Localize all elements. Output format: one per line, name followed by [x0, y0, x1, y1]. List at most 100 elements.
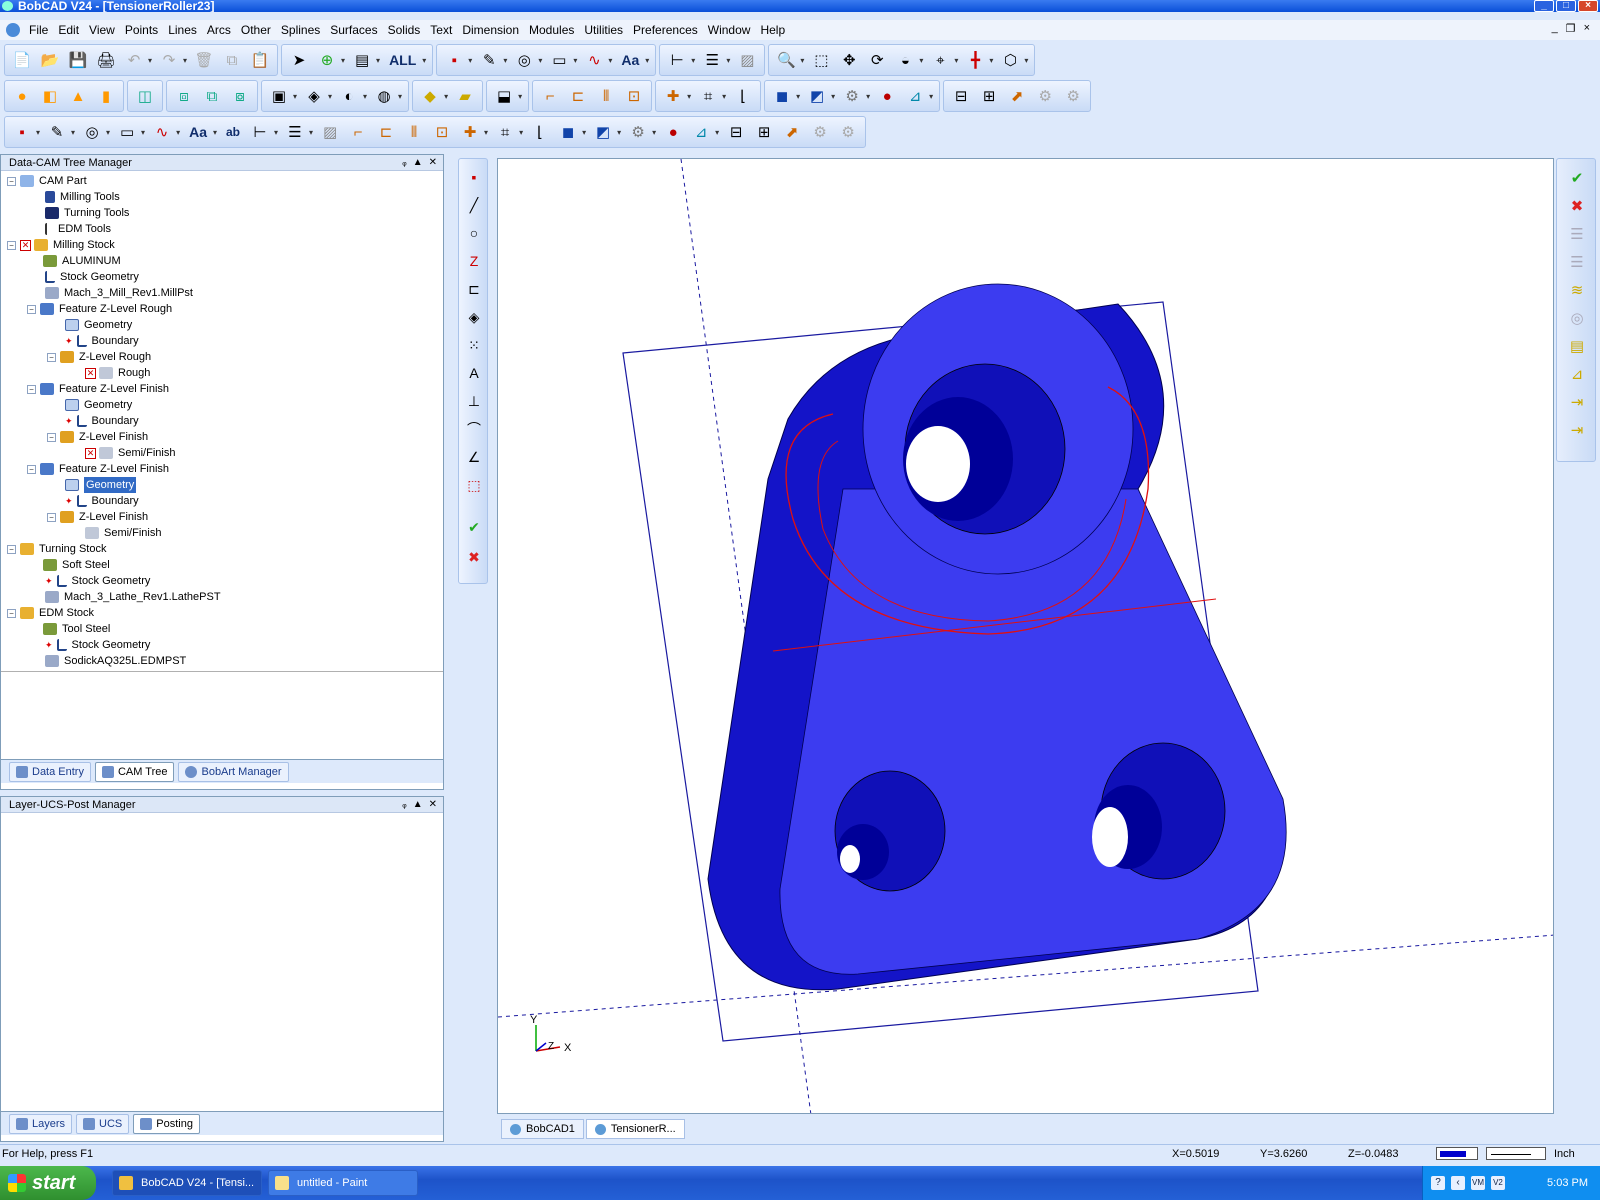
tree-node-boundary[interactable]: ✦ Boundary: [65, 333, 139, 349]
expander-icon[interactable]: −: [27, 464, 36, 474]
expander-icon[interactable]: −: [47, 352, 56, 362]
expander-icon[interactable]: −: [7, 544, 16, 554]
menu-help[interactable]: Help: [755, 20, 790, 40]
accept-check-icon[interactable]: ✔: [462, 515, 486, 539]
text-edit-button[interactable]: ab: [220, 125, 246, 139]
plane-icon[interactable]: ▰: [452, 83, 478, 109]
select-dimension-icon[interactable]: ⊥: [462, 389, 486, 413]
layer-filter-icon[interactable]: ▤: [349, 47, 375, 73]
tree-node-zlevel-finish[interactable]: − Z-Level Finish: [47, 429, 148, 445]
accept-check-icon[interactable]: ✔: [1565, 167, 1589, 189]
mdi-close-button[interactable]: ×: [1584, 22, 1590, 35]
transform-copy-icon[interactable]: ⊏: [565, 83, 591, 109]
taskbar-paint[interactable]: untitled - Paint: [268, 1170, 418, 1196]
arrow-tool-icon[interactable]: ⬈: [779, 119, 805, 145]
break-icon[interactable]: ⌗: [695, 83, 721, 109]
close-panel-icon[interactable]: ✕: [429, 155, 437, 171]
dimension-icon[interactable]: ⊢: [664, 47, 690, 73]
select-arc-icon[interactable]: ⌒: [462, 417, 486, 441]
ucs-set-icon[interactable]: ⊞: [976, 83, 1002, 109]
loft-icon[interactable]: ◍: [371, 83, 397, 109]
box-icon[interactable]: ◧: [37, 83, 63, 109]
hatch-icon[interactable]: ▨: [734, 47, 760, 73]
point-icon[interactable]: ▪: [441, 47, 467, 73]
cad-viewport[interactable]: Y X Z: [497, 158, 1554, 1114]
dimension-arrow-alt-icon[interactable]: ⇥: [1565, 419, 1589, 441]
expander-icon[interactable]: −: [27, 384, 36, 394]
expander-icon[interactable]: −: [7, 608, 16, 618]
menu-lines[interactable]: Lines: [163, 20, 202, 40]
collapse-icon[interactable]: ▲: [413, 155, 423, 171]
save-icon[interactable]: 💾: [65, 47, 91, 73]
circle-icon[interactable]: ◎: [511, 47, 537, 73]
view-cube-icon[interactable]: ⬡: [997, 47, 1023, 73]
tree-node-semi-finish[interactable]: Semi/Finish: [85, 525, 161, 541]
layer-icon[interactable]: ⊟: [723, 119, 749, 145]
tree-node-lathe-post[interactable]: Mach_3_Lathe_Rev1.LathePST: [45, 589, 221, 605]
tab-data-entry[interactable]: Data Entry: [9, 761, 91, 782]
close-panel-icon[interactable]: ✕: [429, 797, 437, 813]
select-surface-icon[interactable]: ◈: [462, 305, 486, 329]
select-line-icon[interactable]: ╱: [462, 193, 486, 217]
list-icon[interactable]: ☰: [1565, 223, 1589, 245]
spline-icon[interactable]: ∿: [149, 119, 175, 145]
menu-file[interactable]: File: [24, 20, 53, 40]
select-point-icon[interactable]: ▪: [462, 165, 486, 189]
mirror-icon[interactable]: ⫴: [401, 119, 427, 145]
select-circle-icon[interactable]: ○: [462, 221, 486, 245]
scale-icon[interactable]: ⊡: [429, 119, 455, 145]
cancel-x-icon[interactable]: ✖: [462, 545, 486, 569]
zoom-window-icon[interactable]: ⬚: [808, 47, 834, 73]
tree-node-feature-zlevel-finish[interactable]: − Feature Z-Level Finish: [27, 381, 169, 397]
list-alt-icon[interactable]: ☰: [1565, 251, 1589, 273]
collapse-icon[interactable]: ▲: [413, 797, 423, 813]
tree-node-turning-tools[interactable]: Turning Tools: [45, 205, 129, 221]
shaded-view-icon[interactable]: ◩: [804, 83, 830, 109]
tree-node-edm-tools[interactable]: EDM Tools: [45, 221, 111, 237]
dimension-arrow-icon[interactable]: ⇥: [1565, 391, 1589, 413]
dimension-icon[interactable]: ⊢: [247, 119, 273, 145]
menu-text[interactable]: Text: [425, 20, 457, 40]
undo-icon[interactable]: ↶: [121, 47, 147, 73]
transform-copy-icon[interactable]: ⊏: [373, 119, 399, 145]
menu-surfaces[interactable]: Surfaces: [325, 20, 382, 40]
menu-modules[interactable]: Modules: [524, 20, 579, 40]
menu-view[interactable]: View: [84, 20, 120, 40]
tab-posting[interactable]: Posting: [133, 1113, 200, 1134]
mdi-minimize-button[interactable]: _: [1552, 22, 1558, 35]
expander-icon[interactable]: −: [47, 432, 56, 442]
shaded-view-icon[interactable]: ◩: [590, 119, 616, 145]
tree-node-turning-stock[interactable]: − Turning Stock: [7, 541, 106, 557]
fillet-icon[interactable]: ⌊: [730, 83, 756, 109]
menu-splines[interactable]: Splines: [276, 20, 325, 40]
taskbar-bobcad[interactable]: BobCAD V24 - [Tensi...: [112, 1170, 262, 1196]
v2-tray-icon[interactable]: V2: [1491, 1176, 1505, 1190]
ucs-icon[interactable]: ╋: [962, 47, 988, 73]
tree-node-boundary[interactable]: ✦ Boundary: [65, 493, 139, 509]
sphere-icon[interactable]: ●: [9, 83, 35, 109]
select-window-icon[interactable]: ⁙: [462, 333, 486, 357]
tree-node-boundary[interactable]: ✦ Boundary: [65, 413, 139, 429]
menu-points[interactable]: Points: [120, 20, 163, 40]
document-icon[interactable]: [6, 23, 20, 37]
target-icon[interactable]: ◎: [1565, 307, 1589, 329]
help-tray-icon[interactable]: ?: [1431, 1176, 1445, 1190]
trim-icon[interactable]: ✚: [660, 83, 686, 109]
ucs-set-icon[interactable]: ⊞: [751, 119, 777, 145]
trim-icon[interactable]: ✚: [457, 119, 483, 145]
select-box-icon[interactable]: ⊏: [462, 277, 486, 301]
view-orbit-icon[interactable]: ◒: [892, 47, 918, 73]
tree-node-semi-finish[interactable]: ✕ Semi/Finish: [85, 445, 175, 461]
expander-icon[interactable]: −: [27, 304, 36, 314]
tree-node-edm-stock[interactable]: − EDM Stock: [7, 605, 94, 621]
gear-icon[interactable]: ⚙: [807, 119, 833, 145]
pin-icon[interactable]: ᵩ: [402, 155, 406, 171]
gear-settings-icon[interactable]: ⚙: [1060, 83, 1086, 109]
print-icon[interactable]: 🖨: [93, 47, 119, 73]
menu-window[interactable]: Window: [703, 20, 756, 40]
gear-settings-icon[interactable]: ⚙: [835, 119, 861, 145]
tree-node-feature-zlevel-finish[interactable]: − Feature Z-Level Finish: [27, 461, 169, 477]
boolean-subtract-icon[interactable]: ⧉: [199, 83, 225, 109]
mirror-icon[interactable]: ⫴: [593, 83, 619, 109]
tree-node-zlevel-finish[interactable]: − Z-Level Finish: [47, 509, 148, 525]
